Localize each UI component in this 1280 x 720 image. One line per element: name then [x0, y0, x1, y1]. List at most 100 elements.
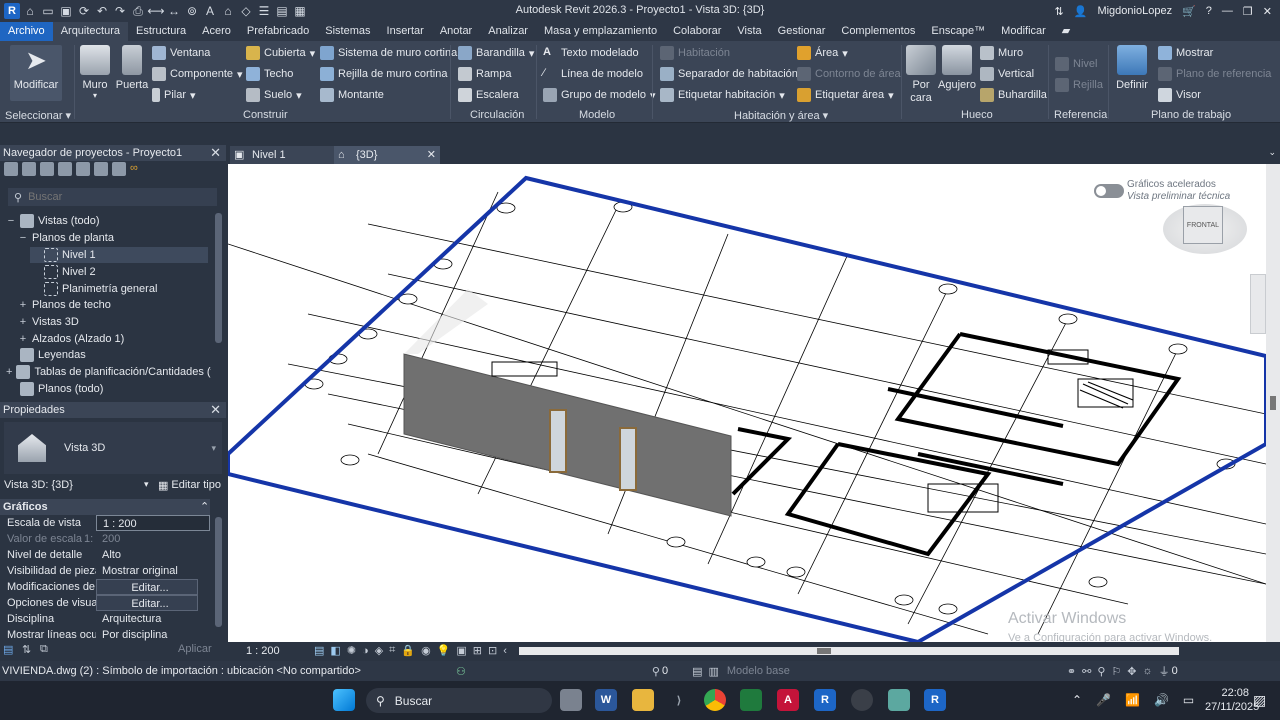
text-icon[interactable]: A [202, 3, 218, 19]
canvas-scrollbar-vertical[interactable] [1266, 164, 1280, 642]
select-underlay-icon[interactable]: ⚯ [1082, 665, 1091, 678]
autocad-icon[interactable]: A [777, 689, 799, 711]
model-line-button[interactable]: ∕ Línea de modelo [543, 65, 643, 83]
tag-room-button[interactable]: Etiquetar habitación ▾ [660, 86, 785, 104]
sheet-icon[interactable] [94, 162, 108, 176]
ref-plane-button[interactable]: Plano de referencia [1158, 65, 1271, 83]
select-by-face-icon[interactable]: ⚐ [1111, 665, 1121, 678]
elevation-icon[interactable] [58, 162, 72, 176]
tree-item-vistas-3d[interactable]: + Vistas 3D [18, 314, 79, 330]
canvas-scrollbar-horizontal[interactable] [518, 646, 1179, 655]
tab-gestionar[interactable]: Gestionar [770, 22, 834, 41]
3d-view-icon[interactable]: ⌂ [220, 3, 236, 19]
open-icon[interactable]: ▭ [40, 3, 56, 19]
taskbar-search[interactable]: ⚲ Buscar [366, 688, 552, 713]
tree-item-nivel-1[interactable]: Nivel 1 [30, 247, 208, 263]
wall-button[interactable]: Muro ▾ [80, 45, 110, 100]
ramp-button[interactable]: Rampa [458, 65, 511, 83]
measure-icon[interactable]: ⟷ [147, 3, 164, 19]
collapse-icon[interactable]: ⌃ [200, 500, 209, 513]
chevron-down-icon[interactable]: ⌄ [1268, 147, 1276, 158]
revit-icon[interactable]: R [814, 689, 836, 711]
tree-item-alzados[interactable]: + Alzados (Alzado 1) [18, 331, 125, 347]
user-name[interactable]: MigdonioLopez [1097, 5, 1172, 17]
background-process-icon[interactable]: ☼ [1142, 665, 1152, 677]
thin-lines-icon[interactable]: ☰ [256, 3, 272, 19]
section-graphics[interactable]: Gráficos [0, 499, 210, 515]
battery-icon[interactable]: ▭ [1183, 693, 1194, 707]
crop-icon[interactable]: ⌗ [389, 644, 395, 657]
visual-style-icon[interactable]: ◧ [330, 644, 340, 657]
vertical-opening-button[interactable]: Vertical [980, 65, 1034, 83]
prop-row-detail[interactable]: Nivel de detalle Alto [0, 547, 210, 563]
tab-complementos[interactable]: Complementos [833, 22, 923, 41]
level-button[interactable]: Nivel [1055, 55, 1097, 73]
drawing-3d[interactable] [228, 164, 1266, 642]
tab-insertar[interactable]: Insertar [379, 22, 432, 41]
room-button[interactable]: Habitación [660, 44, 730, 62]
tab-sistemas[interactable]: Sistemas [317, 22, 378, 41]
obs-icon[interactable] [851, 689, 873, 711]
tab-archivo[interactable]: Archivo [0, 22, 53, 41]
group-icon[interactable] [112, 162, 126, 176]
browser-search[interactable]: ⚲ [8, 188, 217, 206]
reveal-hidden-icon[interactable]: 💡 [437, 644, 451, 657]
curtain-system-button[interactable]: Sistema de muro cortina [320, 44, 457, 62]
type-selector[interactable]: Vista 3D ▾ [4, 422, 222, 474]
area-button[interactable]: Área ▾ [797, 44, 848, 62]
select-pinned-icon[interactable]: ⚲ [1097, 665, 1105, 678]
tree-item-planos-techo[interactable]: + Planos de techo [18, 297, 111, 313]
close-icon[interactable]: ✕ [210, 402, 221, 418]
taskbar-clock[interactable]: 22:08 27/11/2025 [1205, 686, 1259, 714]
file-explorer-icon[interactable] [632, 689, 654, 711]
close-hidden-icon[interactable]: ▤ [274, 3, 290, 19]
chevron-up-icon[interactable]: ⌃ [1072, 693, 1082, 707]
filter-icon[interactable]: ⧉ [40, 643, 48, 656]
view-tab-nivel-1[interactable]: ▣ Nivel 1 [230, 146, 334, 164]
viewer-button[interactable]: Visor [1158, 86, 1201, 104]
home-view-icon[interactable] [4, 162, 18, 176]
cart-icon[interactable]: 🛒 [1182, 5, 1196, 18]
view-scale[interactable]: 1 : 200 [246, 645, 304, 657]
select-dropdown[interactable]: Seleccionar ▾ [5, 109, 71, 122]
tree-item-planos[interactable]: Planos (todo) [6, 381, 103, 397]
tree-item-planos-planta[interactable]: − Planos de planta [18, 230, 114, 246]
curtain-grid-button[interactable]: Rejilla de muro cortina [320, 65, 447, 83]
media-player-icon[interactable]: ⟩ [668, 689, 690, 711]
sort-icon[interactable]: ⇅ [22, 643, 31, 656]
microphone-icon[interactable]: 🎤 [1096, 693, 1111, 707]
tag-icon[interactable]: ⊚ [184, 3, 200, 19]
door-button[interactable]: Puerta [116, 45, 148, 91]
analytical-icon[interactable]: ⊞ [473, 644, 482, 657]
shaft-button[interactable]: Agujero [938, 45, 976, 91]
show-workplane-button[interactable]: Mostrar [1158, 44, 1213, 62]
3d-view-canvas[interactable]: Gráficos acelerados Vista preliminar téc… [228, 164, 1266, 642]
filter-icon[interactable]: ⏚ [1159, 663, 1170, 679]
tag-area-button[interactable]: Etiquetar área ▾ [797, 86, 894, 104]
chevron-left-icon[interactable]: ‹ [503, 645, 507, 657]
section-icon[interactable]: ◇ [238, 3, 254, 19]
edit-display-button[interactable]: Editar... [96, 595, 198, 611]
share-icon[interactable]: ⇅ [1055, 5, 1064, 18]
tab-analizar[interactable]: Analizar [480, 22, 536, 41]
tab-prefabricado[interactable]: Prefabricado [239, 22, 317, 41]
chrome-icon[interactable] [704, 689, 726, 711]
edit-overrides-button[interactable]: Editar... [96, 579, 198, 595]
grid-button[interactable]: Rejilla [1055, 76, 1103, 94]
chevron-down-icon[interactable]: ▾ [144, 479, 149, 490]
shadows-icon[interactable]: ◑ [362, 645, 369, 657]
redo-icon[interactable]: ↷ [112, 3, 128, 19]
prop-row-parts[interactable]: Visibilidad de piezasMostrar original [0, 563, 210, 579]
instance-selector[interactable]: Vista 3D: {3D} [4, 479, 73, 491]
editing-requests-icon[interactable]: ⚲ [652, 665, 660, 678]
main-model-select[interactable]: Modelo base [727, 665, 877, 677]
properties-icon[interactable]: ▤ [3, 643, 13, 656]
search-input[interactable] [28, 191, 199, 203]
word-icon[interactable]: W [595, 689, 617, 711]
ceiling-button[interactable]: Techo [246, 65, 293, 83]
expand-icon[interactable] [22, 162, 36, 176]
tab-enscape[interactable]: Enscape™ [923, 22, 993, 41]
worksharing-icon[interactable]: ▣ [456, 644, 466, 657]
camera-toggle-icon[interactable]: ▰ [1054, 22, 1078, 41]
group-habitacion-area[interactable]: Habitación y área ▾ [734, 109, 828, 122]
